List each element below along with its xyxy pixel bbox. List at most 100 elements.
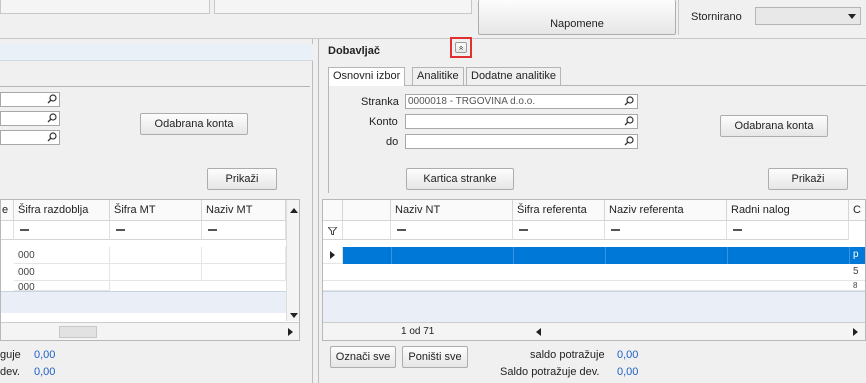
kartica-stranke-button[interactable]: Kartica stranke: [406, 168, 514, 190]
napomene-button[interactable]: Napomene: [478, 0, 676, 35]
right-summary-row: [323, 291, 865, 322]
tab-analitike[interactable]: Analitike: [412, 67, 464, 85]
scroll-up-icon[interactable]: [290, 208, 298, 213]
left-grid: e Šifra razdoblja Šifra MT Naziv MT 000 …: [0, 199, 300, 341]
right-col-header[interactable]: Naziv NT: [391, 200, 513, 221]
scroll-left-icon[interactable]: [536, 328, 541, 336]
konto-label: Konto: [369, 116, 398, 128]
stornirano-label: Stornirano: [691, 11, 742, 23]
right-filter-cell[interactable]: [513, 221, 605, 240]
right-hscroll-track[interactable]: [545, 326, 845, 338]
right-prikazi-label: Prikaži: [791, 173, 825, 185]
current-row-icon: [330, 251, 335, 259]
right-col-header[interactable]: Naziv referenta: [605, 200, 727, 221]
sel-divider: [513, 247, 514, 264]
right-filter-cell[interactable]: [391, 221, 513, 240]
dobavljac-title: Dobavljač: [328, 45, 380, 57]
right-prikazi-button[interactable]: Prikaži: [768, 168, 848, 190]
scroll-right-icon[interactable]: [288, 328, 293, 336]
konto-field[interactable]: [405, 114, 638, 129]
right-odabrana-konta-button[interactable]: Odabrana konta: [720, 115, 828, 137]
search-icon[interactable]: [47, 113, 57, 123]
stornirano-dropdown[interactable]: [755, 7, 861, 25]
stranka-label: Stranka: [361, 96, 399, 108]
stranka-field[interactable]: 0000018 - TRGOVINA d.o.o.: [405, 94, 638, 109]
right-col-header[interactable]: C: [849, 200, 865, 221]
left-footer-label-2: dev.: [0, 366, 20, 378]
left-row-0-col-2[interactable]: [110, 247, 202, 264]
collapse-up-icon: «: [456, 45, 466, 50]
left-footer-value-2: 0,00: [34, 366, 56, 378]
left-row-0-col-1[interactable]: 000: [14, 247, 110, 264]
saldo-potrazuje-dev-label: Saldo potražuje dev.: [500, 366, 600, 378]
left-row-2-col-1[interactable]: 000: [14, 281, 110, 291]
right-row-2[interactable]: [323, 281, 865, 291]
left-row-0-col-3[interactable]: [202, 247, 286, 264]
filter-dash-icon: [20, 229, 29, 231]
left-summary-row: [1, 291, 286, 313]
sel-divider: [391, 247, 392, 264]
scroll-right-icon[interactable]: [853, 328, 858, 336]
sel-divider: [849, 247, 850, 264]
right-filter-cell[interactable]: [605, 221, 727, 240]
right-col-header[interactable]: Radni nalog: [727, 200, 849, 221]
left-col-header[interactable]: e: [1, 200, 14, 221]
do-field[interactable]: [405, 134, 638, 149]
right-col-header-indicator: [323, 200, 343, 221]
ponisti-sve-button[interactable]: Poništi sve: [402, 346, 468, 368]
left-tab-line: [0, 86, 310, 87]
right-col-header[interactable]: Šifra referenta: [513, 200, 605, 221]
left-col-header[interactable]: Šifra MT: [110, 200, 202, 221]
sel-divider: [605, 247, 606, 264]
left-filter-cell[interactable]: [202, 221, 286, 240]
search-icon[interactable]: [47, 132, 57, 142]
tab-osnovni-izbor[interactable]: Osnovni izbor: [328, 67, 406, 86]
left-row-1-col-1[interactable]: 000: [14, 264, 110, 281]
search-icon[interactable]: [624, 136, 634, 146]
left-vscrollbar[interactable]: [286, 200, 299, 321]
right-row-1[interactable]: [323, 264, 865, 281]
filter-icon[interactable]: [328, 227, 337, 235]
saldo-potrazuje-value: 0,00: [617, 349, 639, 361]
collapse-button[interactable]: «: [455, 42, 467, 53]
chevron-down-icon: [848, 14, 856, 19]
right-filter-indicator: [323, 221, 343, 240]
left-footer-label-1: guje: [0, 349, 21, 361]
left-col-header[interactable]: Šifra razdoblja: [14, 200, 110, 221]
scroll-down-icon[interactable]: [290, 313, 298, 318]
left-footer-value-1: 0,00: [34, 349, 56, 361]
right-hscrollbar[interactable]: 1 od 71: [323, 322, 865, 340]
left-hscrollbar[interactable]: [1, 322, 299, 340]
right-row-indicator[interactable]: [323, 247, 343, 264]
sel-divider: [727, 247, 728, 264]
search-icon[interactable]: [47, 94, 57, 104]
pager-label: 1 od 71: [401, 326, 435, 337]
filter-dash-icon: [519, 229, 528, 231]
top-mid-group: [214, 0, 472, 14]
right-filter-cell[interactable]: [727, 221, 849, 240]
oznaci-sve-button[interactable]: Označi sve: [330, 346, 396, 368]
right-selected-row[interactable]: p: [343, 247, 865, 264]
left-header-strip: [0, 44, 313, 61]
left-filter-cell[interactable]: [14, 221, 110, 240]
left-odabrana-konta-label: Odabrana konta: [154, 118, 234, 130]
left-prikazi-button[interactable]: Prikaži: [207, 168, 277, 190]
search-icon[interactable]: [624, 96, 634, 106]
top-left-group: [0, 0, 210, 14]
left-row-1-col-3[interactable]: [202, 264, 286, 281]
left-hscroll-thumb[interactable]: [59, 326, 97, 338]
left-filter-cell[interactable]: [110, 221, 202, 240]
left-row-1-col-2[interactable]: [110, 264, 202, 281]
left-filter-cell[interactable]: [1, 221, 14, 240]
saldo-potrazuje-label: saldo potražuje: [530, 349, 605, 361]
left-col-header[interactable]: Naziv MT: [202, 200, 286, 221]
stornirano-group: Stornirano: [678, 0, 866, 35]
filter-dash-icon: [208, 229, 217, 231]
right-grid: Naziv NT Šifra referenta Naziv referenta…: [322, 199, 866, 341]
right-filter-cell[interactable]: [343, 221, 391, 240]
filter-dash-icon: [611, 229, 620, 231]
tab-dodatne-analitike[interactable]: Dodatne analitike: [466, 67, 562, 85]
search-icon[interactable]: [624, 116, 634, 126]
left-odabrana-konta-button[interactable]: Odabrana konta: [140, 113, 248, 135]
do-label: do: [386, 136, 399, 148]
